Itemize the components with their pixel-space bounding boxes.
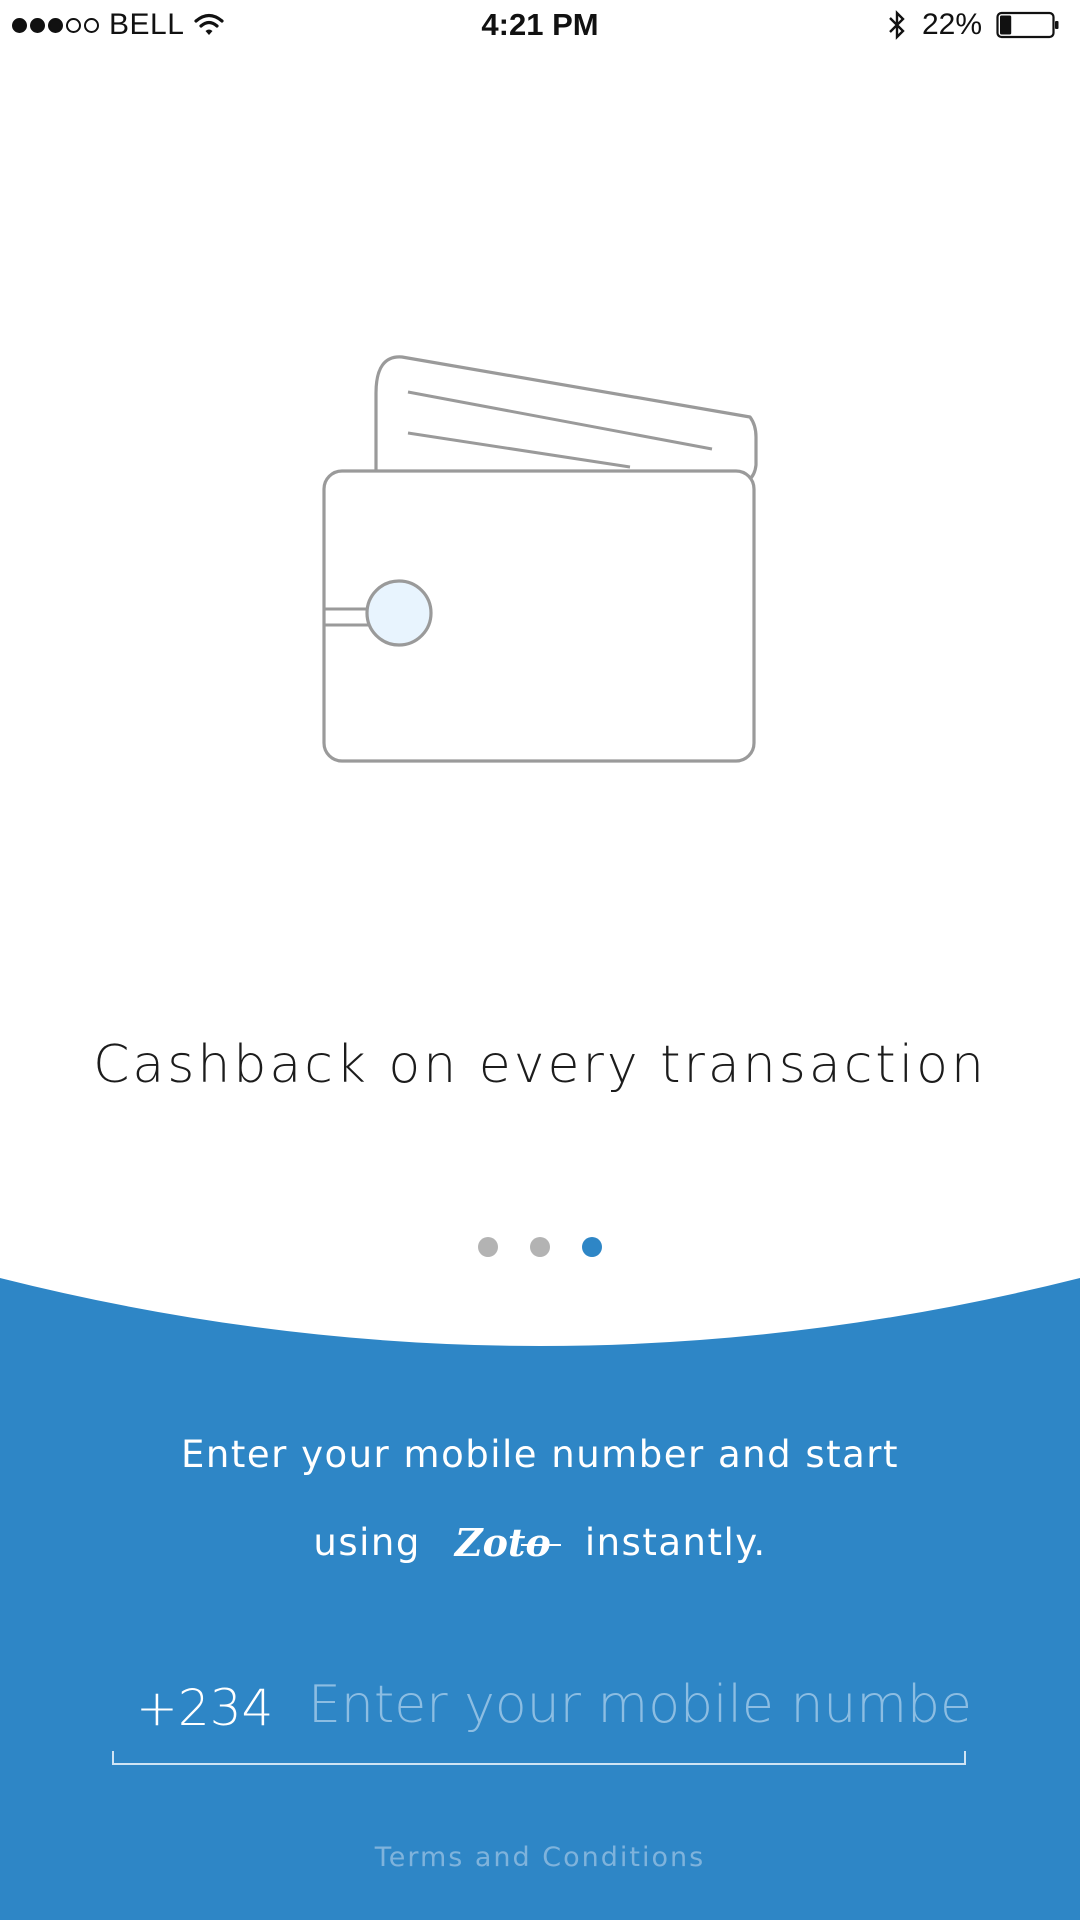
intro-using: using (313, 1521, 421, 1564)
page-dot-3[interactable] (582, 1237, 602, 1257)
status-bar: BELL 4:21 PM 22% (0, 0, 1080, 52)
onboarding-screen: BELL 4:21 PM 22% Cashback on every trans… (0, 0, 1080, 1920)
intro-instantly: instantly. (584, 1521, 767, 1564)
bluetooth-icon (889, 10, 905, 40)
wallet-icon (322, 355, 758, 763)
country-code[interactable]: +234 (136, 1679, 273, 1737)
battery-icon (996, 11, 1059, 39)
signup-panel: Enter your mobile number and start using… (0, 1270, 1080, 1920)
status-right: 22% (886, 8, 1060, 42)
zoto-logo: Zoto (454, 1520, 561, 1565)
battery-percent: 22% (921, 8, 982, 41)
page-dot-2[interactable] (530, 1237, 550, 1257)
intro-text-line2: using Zoto instantly. (0, 1520, 1080, 1565)
logo-swoosh (520, 1544, 561, 1550)
slide-title: Cashback on every transaction (93, 1035, 987, 1095)
brand-text: Zoto (454, 1520, 551, 1565)
panel-background (0, 1278, 1080, 1920)
intro-text-line1: Enter your mobile number and start (181, 1433, 899, 1476)
phone-entry: +234 (112, 1651, 968, 1771)
mobile-number-input[interactable] (296, 1665, 968, 1745)
terms-and-conditions-link[interactable]: Terms and Conditions (0, 1842, 1080, 1873)
input-underline (112, 1751, 966, 1765)
page-indicator[interactable] (0, 1237, 1080, 1257)
page-dot-1[interactable] (478, 1237, 498, 1257)
